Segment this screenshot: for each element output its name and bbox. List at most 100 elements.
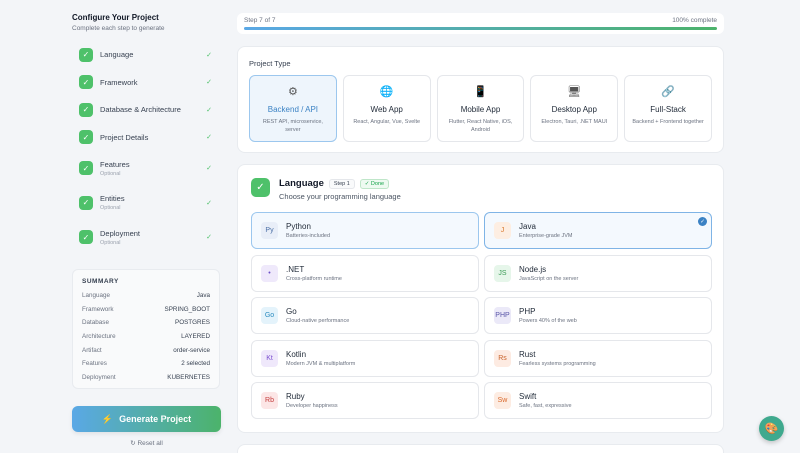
check-icon: ✓ [79, 102, 93, 117]
palette-icon: 🎨 [764, 423, 779, 435]
language-desc: Fearless systems programming [519, 360, 596, 367]
language-desc: Enterprise-grade JVM [519, 233, 573, 239]
summary-value: order-service [173, 346, 210, 354]
step-item-database[interactable]: ✓ Database & Architecture ✓ [72, 96, 218, 124]
reset-label: Reset all [137, 440, 163, 447]
language-option-go[interactable]: Go Go Cloud-native performance [251, 297, 479, 334]
language-logo-icon: Go [261, 307, 278, 324]
check-mark-icon: ✓ [206, 134, 212, 142]
type-desc: React, Angular, Vue, Svelte [353, 119, 421, 125]
section-subtitle: Choose your programming language [279, 192, 401, 201]
language-name: Python [286, 222, 311, 231]
summary-value: 2 selected [181, 360, 210, 368]
summary-key: Framework [82, 305, 114, 313]
language-desc: Powers 40% of the web [519, 318, 577, 324]
language-option-swift[interactable]: Sw Swift Safe, fast, expressive [484, 382, 712, 419]
summary-row: Artifact order-service [82, 343, 210, 357]
step-label: Project Details [100, 132, 149, 142]
done-badge: ✓ Done [359, 178, 390, 189]
language-logo-icon: Rb [261, 392, 278, 409]
type-name: Backend / API [267, 105, 319, 114]
language-logo-icon: Py [261, 222, 278, 239]
language-grid: Py Python Batteries-included J Java Enterpris… [251, 212, 712, 419]
type-option-mobile[interactable]: 📱 Mobile App Flutter, React Native, iOS,… [436, 75, 525, 142]
summary-value: Java [196, 291, 210, 299]
lightning-icon: ⚡ [101, 413, 114, 424]
language-option-kotlin[interactable]: Kt Kotlin Modern JVM & multiplatform [251, 339, 479, 377]
type-option-backend[interactable]: ⚙ Backend / API REST API, microservice, … [249, 75, 337, 142]
language-logo-icon: Sw [494, 392, 511, 409]
progress-fill [244, 27, 717, 30]
language-name: Swift [519, 392, 537, 401]
type-name: Desktop App [551, 105, 597, 114]
language-desc: Cross-platform runtime [286, 275, 342, 282]
language-logo-icon: Kt [261, 349, 278, 367]
check-icon: ✓ [79, 47, 93, 62]
generate-project-button[interactable]: ⚡ Generate Project [72, 406, 221, 432]
summary-key: Deployment [82, 373, 116, 381]
check-icon: ✓ [79, 230, 93, 245]
step-label: Features [100, 159, 130, 169]
language-option-ruby[interactable]: Rb Ruby Developer happiness [251, 382, 479, 419]
optional-tag: Optional [100, 239, 121, 246]
summary-row: Language Java [82, 289, 210, 303]
summary-row: Framework SPRING_BOOT [82, 302, 210, 316]
summary-value: KUBERNETES [167, 373, 210, 381]
language-option-net[interactable]: • .NET Cross-platform runtime [251, 254, 479, 292]
percent-complete: 100% complete [672, 17, 717, 24]
check-mark-icon: ✓ [206, 106, 212, 114]
check-mark-icon: ✓ [206, 165, 212, 173]
language-logo-icon: Rs [494, 349, 511, 367]
language-option-java[interactable]: J Java Enterprise-grade JVM ✓ [484, 212, 712, 249]
link-icon: 🔗 [661, 86, 675, 98]
language-option-python[interactable]: Py Python Batteries-included [251, 212, 479, 249]
language-name: Rust [519, 349, 536, 359]
check-mark-icon: ✓ [206, 79, 212, 87]
language-option-nodejs[interactable]: JS Node.js JavaScript on the server [484, 254, 712, 292]
section-title: Language [279, 178, 324, 189]
language-desc: Developer happiness [286, 403, 338, 409]
check-icon: ✓ [251, 178, 270, 197]
phone-icon: 📱 [473, 86, 488, 98]
sidebar-title: Configure Your Project [72, 13, 159, 22]
language-name: Java [519, 222, 536, 231]
language-name: Ruby [286, 392, 305, 401]
step-item-entities[interactable]: ✓ Entities Optional ✓ [72, 186, 218, 221]
type-desc: Backend + Frontend together [632, 119, 704, 125]
step-badge: Step 1 [328, 178, 355, 189]
check-mark-icon: ✓ [206, 234, 212, 242]
step-item-features[interactable]: ✓ Features Optional ✓ [72, 151, 218, 186]
summary-key: Database [82, 319, 109, 327]
reset-all-link[interactable]: ↻ Reset all [72, 439, 221, 447]
check-icon: ✓ [79, 195, 93, 210]
type-option-fullstack[interactable]: 🔗 Full-Stack Backend + Frontend together [624, 75, 712, 142]
type-name: Full-Stack [650, 105, 686, 114]
optional-tag: Optional [100, 170, 121, 177]
progress-bar [244, 27, 717, 30]
type-option-desktop[interactable]: 🖥 Desktop App Electron, Tauri, .NET MAUI [530, 75, 619, 142]
type-desc: REST API, microservice, server [262, 119, 323, 134]
language-option-php[interactable]: PHP PHP Powers 40% of the web [484, 297, 712, 334]
step-item-framework[interactable]: ✓ Framework ✓ [72, 69, 218, 97]
check-icon: ✓ [79, 130, 93, 145]
language-option-rust[interactable]: Rs Rust Fearless systems programming [484, 339, 712, 377]
sidebar: Configure Your Project Complete each ste… [0, 0, 232, 453]
type-option-web[interactable]: 🌐 Web App React, Angular, Vue, Svelte [342, 75, 431, 142]
step-item-project-details[interactable]: ✓ Project Details ✓ [72, 124, 218, 152]
summary-value: SPRING_BOOT [164, 305, 211, 313]
type-name: Web App [370, 105, 403, 114]
reset-icon: ↻ [130, 440, 136, 447]
language-desc: JavaScript on the server [519, 275, 579, 282]
language-desc: Cloud-native performance [286, 318, 350, 324]
type-desc: Electron, Tauri, .NET MAUI [541, 119, 608, 125]
check-icon: ✓ [79, 75, 93, 90]
monitor-icon: 🖥 [567, 86, 582, 98]
language-desc: Safe, fast, expressive [519, 403, 572, 409]
step-label: Deployment [100, 228, 141, 238]
palette-fab-button[interactable]: 🎨 [759, 416, 784, 441]
check-icon: ✓ [79, 161, 93, 176]
language-card: ✓ Language Step 1 ✓ Done Choose your pro… [237, 164, 724, 433]
generate-label: Generate Project [119, 414, 192, 424]
step-item-language[interactable]: ✓ Language ✓ [72, 41, 218, 69]
step-item-deployment[interactable]: ✓ Deployment Optional ✓ [72, 220, 218, 255]
